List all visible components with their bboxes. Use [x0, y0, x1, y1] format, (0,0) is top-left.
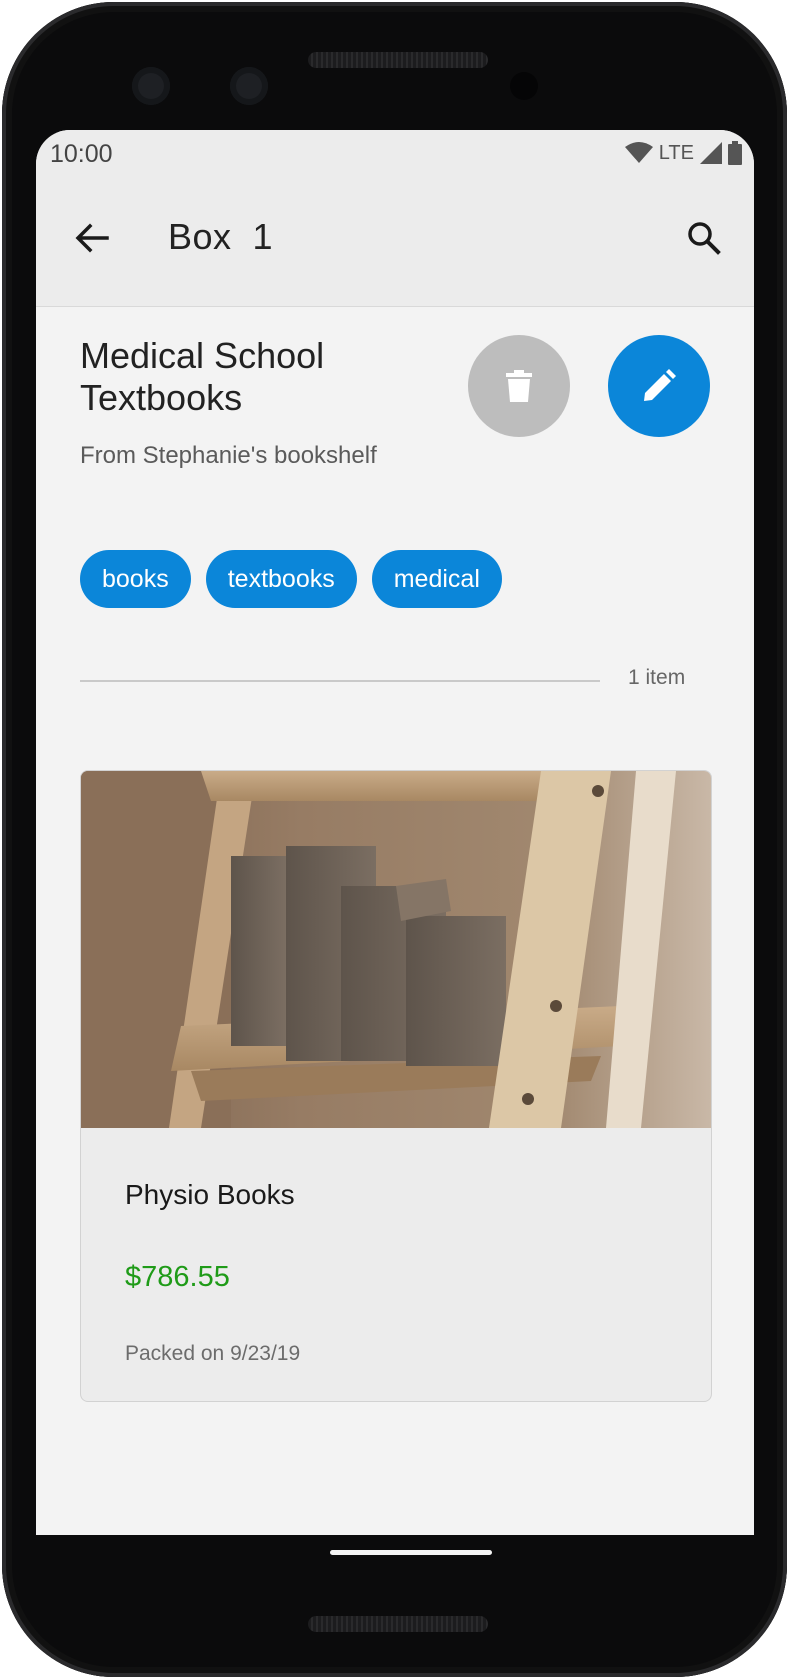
item-count: 1 item — [628, 666, 686, 689]
back-arrow-icon — [75, 223, 109, 253]
proximity-sensor — [510, 72, 538, 100]
front-camera-secondary — [230, 67, 268, 105]
app-bar: Box 1 — [36, 176, 754, 307]
tag-chip[interactable]: books — [80, 550, 191, 608]
home-handle[interactable] — [330, 1550, 492, 1555]
box-name: Medical School Textbooks — [80, 335, 325, 418]
status-time: 10:00 — [50, 140, 113, 168]
back-button[interactable] — [66, 212, 118, 264]
earpiece-speaker — [308, 52, 488, 68]
wifi-icon — [624, 142, 653, 163]
section-divider — [80, 680, 600, 682]
item-packed-date: Packed on 9/23/19 — [125, 1342, 301, 1365]
edit-button[interactable] — [608, 335, 710, 437]
item-price: $786.55 — [125, 1261, 230, 1293]
tag-chip[interactable]: medical — [371, 550, 502, 608]
network-label: LTE — [658, 141, 694, 164]
app-screen: 10:00 LTE Box 1 Medical School Textbooks… — [36, 130, 754, 1535]
tag-list: books textbooks medical — [80, 550, 502, 608]
item-card[interactable]: Physio Books $786.55 Packed on 9/23/19 — [80, 770, 712, 1402]
box-description: From Stephanie's bookshelf — [80, 442, 377, 469]
trash-icon — [506, 370, 532, 402]
signal-icon — [700, 142, 722, 164]
search-icon — [688, 222, 721, 255]
status-bar: 10:00 LTE — [36, 130, 754, 176]
front-camera — [132, 67, 170, 105]
search-button[interactable] — [678, 212, 730, 264]
delete-button[interactable] — [468, 335, 570, 437]
page-title: Box 1 — [168, 216, 274, 257]
tag-chip[interactable]: textbooks — [205, 550, 357, 608]
status-icons: LTE — [624, 138, 742, 168]
pencil-icon — [644, 369, 676, 401]
item-name: Physio Books — [125, 1179, 295, 1210]
bottom-speaker — [308, 1616, 488, 1632]
battery-icon — [728, 141, 742, 165]
item-photo — [81, 771, 711, 1128]
